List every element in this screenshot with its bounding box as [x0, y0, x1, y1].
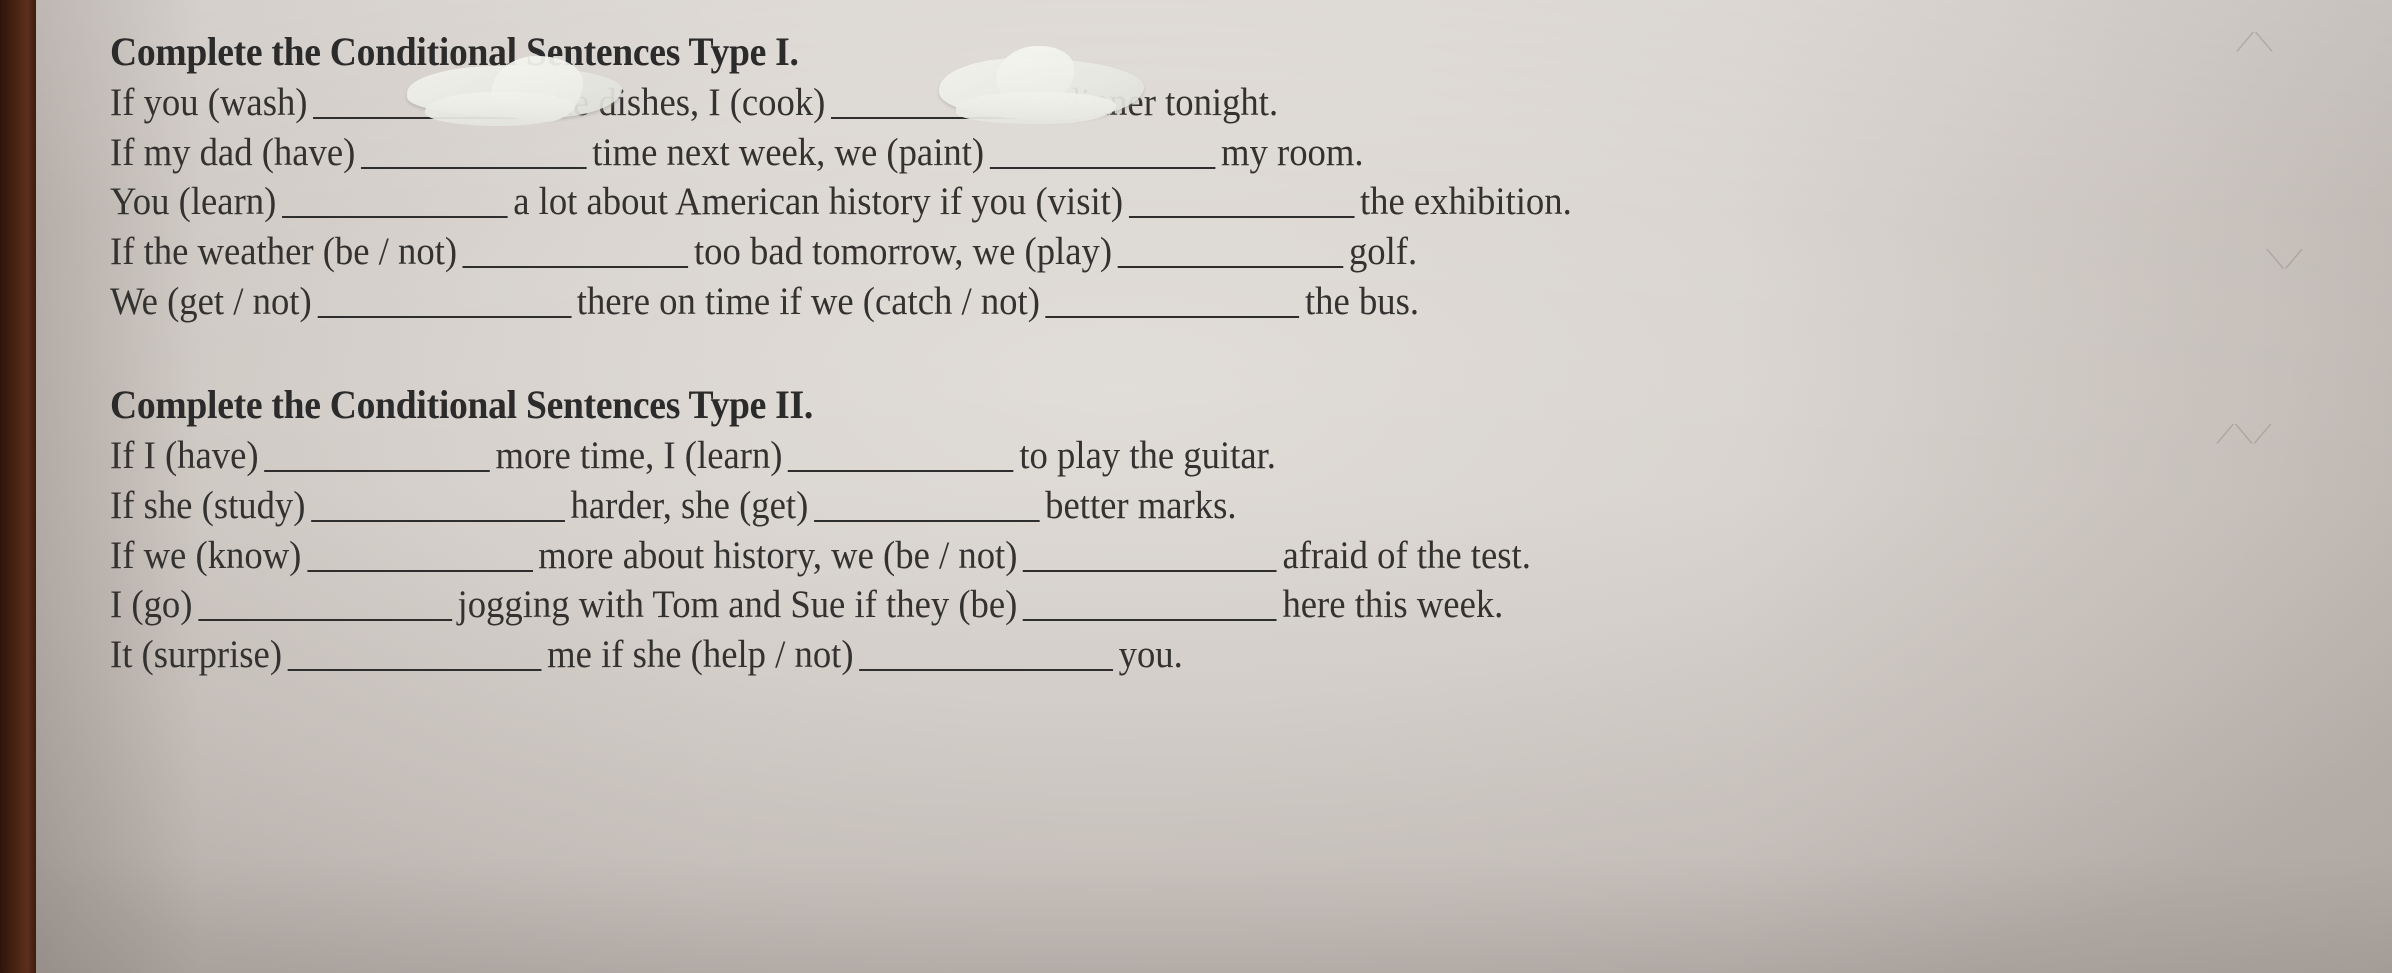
sentence-row: If she (study) harder, she (get) better ma…	[110, 482, 2255, 532]
answer-blank[interactable]	[831, 87, 1057, 119]
sentence-row: If the weather (be / not) too bad tomorro…	[110, 228, 2255, 278]
sentence-row: If my dad (have) time next week, we (pain…	[110, 129, 2255, 179]
answer-blank[interactable]	[1023, 540, 1277, 572]
sentence-part: jogging with Tom and Sue if they (be)	[457, 583, 1018, 627]
sentence-part: you.	[1118, 633, 1183, 677]
desk-edge	[0, 0, 36, 973]
sentence-part: the exhibition.	[1359, 180, 1572, 224]
answer-blank[interactable]	[989, 137, 1216, 169]
sentence-part: there on time if we (catch / not)	[576, 279, 1040, 323]
sentence-part: the dishes, I (cook)	[544, 81, 826, 124]
section-heading-type-1: Complete the Conditional Sentences Type …	[110, 29, 799, 74]
section-heading-type-2: Complete the Conditional Sentences Type …	[110, 382, 814, 428]
answer-blank[interactable]	[198, 589, 452, 622]
answer-blank[interactable]	[313, 87, 539, 119]
sentence-row: We (get / not) there on time if we (catch…	[110, 278, 2255, 328]
worksheet-content: Complete the Conditional Sentences Type …	[110, 0, 2392, 973]
sentence-part: more time, I (learn)	[495, 434, 783, 478]
sentence-row: It (surprise) me if she (help / not) you.	[110, 631, 2255, 681]
answer-blank[interactable]	[281, 186, 508, 219]
answer-blank[interactable]	[1023, 589, 1277, 622]
worksheet-photo: ⟋⟍ ⟍⟋ ⟋⟍⟋ Complete the Conditional Sente…	[0, 0, 2392, 973]
answer-blank[interactable]	[264, 440, 490, 473]
answer-blank[interactable]	[1117, 236, 1344, 269]
answer-blank[interactable]	[287, 639, 542, 672]
answer-blank[interactable]	[307, 540, 533, 572]
sentence-part: If the weather (be / not)	[110, 230, 458, 274]
answer-blank[interactable]	[813, 490, 1040, 523]
answer-blank[interactable]	[859, 639, 1114, 672]
sentence-part: me if she (help / not)	[547, 633, 854, 677]
sentence-part: I (go)	[110, 583, 193, 627]
sentence-row: You (learn) a lot about American history …	[110, 178, 2255, 228]
sentence-part: more about history, we (be / not)	[538, 533, 1018, 577]
sentence-part: to play the guitar.	[1019, 434, 1276, 478]
answer-blank[interactable]	[1045, 286, 1300, 318]
sentence-part: afraid of the test.	[1282, 533, 1531, 577]
answer-blank[interactable]	[317, 286, 572, 318]
answer-blank[interactable]	[311, 490, 565, 523]
sentence-part: You (learn)	[110, 180, 277, 224]
sentence-part: If I (have)	[110, 434, 259, 478]
sentence-part: harder, she (get)	[570, 484, 809, 528]
sentence-part: the bus.	[1304, 279, 1420, 323]
sentence-part: If you (wash)	[110, 81, 308, 124]
sentence-row: If you (wash) the dishes, I (cook) dinner …	[110, 79, 2255, 129]
sentence-part: my room.	[1220, 130, 1364, 174]
sentence-row: I (go) jogging with Tom and Sue if they (…	[110, 581, 2255, 631]
sentence-part: too bad tomorrow, we (play)	[693, 230, 1113, 274]
answer-blank[interactable]	[788, 440, 1014, 473]
answer-blank[interactable]	[462, 236, 689, 269]
answer-blank[interactable]	[1128, 186, 1355, 219]
sentence-part: If she (study)	[110, 484, 306, 528]
sentence-part: We (get / not)	[110, 279, 312, 323]
sentence-row: If we (know) more about history, we (be /…	[110, 532, 2255, 582]
sentence-part: If my dad (have)	[110, 130, 356, 174]
sentence-part: golf.	[1348, 230, 1418, 274]
sentence-row: If I (have) more time, I (learn) to play t…	[110, 432, 2255, 482]
sentence-part: time next week, we (paint)	[592, 130, 985, 174]
sentence-part: a lot about American history if you (vis…	[513, 180, 1124, 224]
sentence-part: It (surprise)	[110, 633, 283, 677]
sentence-part: here this week.	[1282, 583, 1504, 627]
answer-blank[interactable]	[360, 137, 587, 169]
sentence-part: dinner tonight.	[1062, 81, 1279, 124]
sentence-part: better marks.	[1045, 484, 1237, 528]
paper-sheet: ⟋⟍ ⟍⟋ ⟋⟍⟋ Complete the Conditional Sente…	[36, 0, 2392, 973]
sentence-part: If we (know)	[110, 533, 302, 577]
